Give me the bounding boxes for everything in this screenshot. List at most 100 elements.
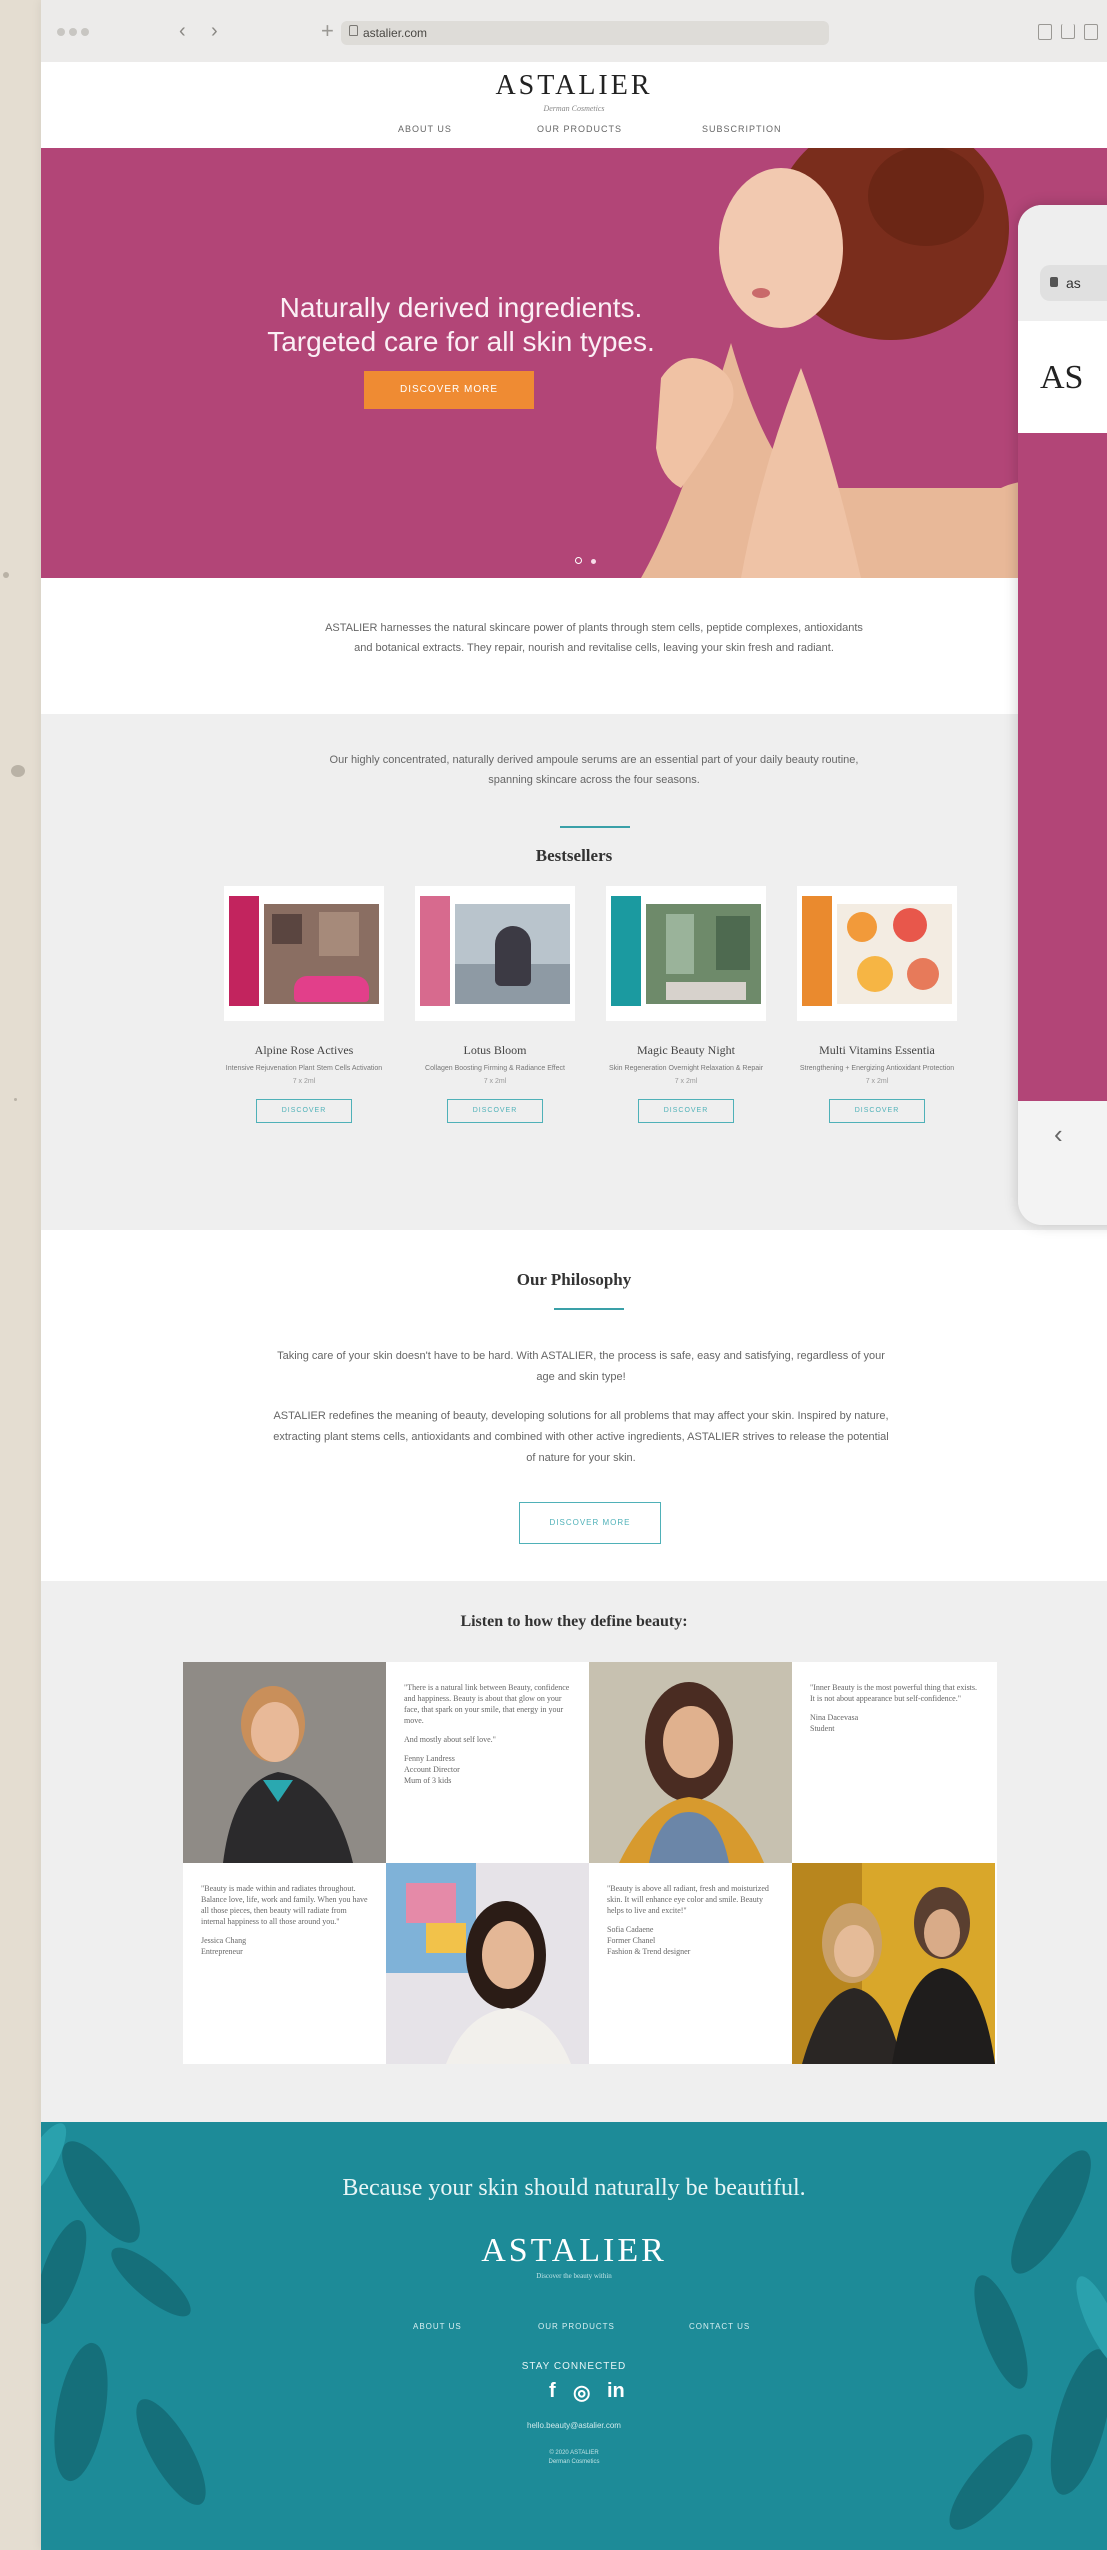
forward-arrow-icon[interactable]: › [211, 20, 218, 43]
share-icon[interactable] [1061, 24, 1075, 39]
hero-banner: Naturally derived ingredients. Targeted … [41, 148, 1107, 578]
back-arrow-icon[interactable]: ‹ [1054, 1119, 1063, 1150]
testimonial-author: Sofia Cadaene [607, 1925, 654, 1934]
secondary-address-bar[interactable]: as [1040, 265, 1107, 301]
testimonial-author: Jessica Chang [201, 1936, 247, 1945]
hero-headline-line2: Targeted care for all skin types. [267, 326, 655, 357]
footer-copyright: © 2020 ASTALIER Derman Cosmetics [41, 2449, 1107, 2467]
tabs-icon[interactable] [1084, 24, 1098, 40]
discover-button[interactable]: DISCOVER [256, 1099, 352, 1123]
facebook-icon[interactable]: f [549, 2380, 556, 2403]
product-name[interactable]: Alpine Rose Actives [224, 1043, 384, 1058]
product-volume: 7 x 2ml [865, 1078, 889, 1085]
hero-headline-line1: Naturally derived ingredients. [279, 292, 643, 323]
brand-logo[interactable]: ASTALIER [41, 70, 1107, 102]
product-card[interactable]: Magic Beauty Night Skin Regeneration Ove… [606, 886, 766, 1123]
reader-icon[interactable] [1038, 24, 1052, 40]
footer-email[interactable]: hello.beauty@astalier.com [41, 2421, 1107, 2430]
address-bar[interactable]: astalier.com [341, 21, 829, 45]
lock-icon [349, 25, 358, 36]
back-arrow-icon[interactable]: ‹ [179, 20, 186, 43]
instagram-icon[interactable]: ◎ [573, 2380, 590, 2405]
product-card[interactable]: Lotus Bloom Collagen Boosting Firming & … [415, 886, 575, 1123]
testimonial-role: Mum of 3 kids [404, 1776, 452, 1785]
address-bar-url: astalier.com [363, 26, 428, 40]
stay-connected-label: STAY CONNECTED [521, 2361, 627, 2372]
browser-toolbar: ‹ › + astalier.com [41, 0, 1107, 63]
nav-about-us[interactable]: ABOUT US [398, 124, 452, 134]
product-volume: 7 x 2ml [674, 1078, 698, 1085]
philosophy-paragraph-2: ASTALIER redefines the meaning of beauty… [273, 1410, 889, 1464]
secondary-url-text: as [1066, 275, 1081, 291]
linkedin-icon[interactable]: in [607, 2380, 625, 2403]
section-divider [560, 826, 630, 828]
philosophy-discover-more-button[interactable]: DISCOVER MORE [519, 1502, 661, 1544]
carousel-dot[interactable] [591, 559, 597, 564]
footer-link-about-us[interactable]: ABOUT US [413, 2322, 462, 2331]
hero-model-image [641, 148, 1107, 578]
nav-our-products[interactable]: OUR PRODUCTS [537, 124, 622, 134]
philosophy-paragraph-1: Taking care of your skin doesn't have to… [277, 1350, 885, 1383]
copyright-line: © 2020 ASTALIER [549, 2450, 599, 2456]
discover-button[interactable]: DISCOVER [829, 1099, 925, 1123]
brand-tagline: Derman Cosmetics [543, 104, 605, 113]
product-name[interactable]: Lotus Bloom [415, 1043, 575, 1058]
designers-portrait-image [792, 1863, 995, 2064]
testimonial-role: Account Director [404, 1765, 460, 1774]
footer-logo-sub: Discover the beauty within [536, 2272, 612, 2280]
new-tab-plus-icon[interactable]: + [321, 18, 334, 44]
background-dot [14, 1098, 17, 1101]
intro-text: ASTALIER harnesses the natural skincare … [325, 622, 863, 654]
window-minimize-button[interactable] [69, 28, 77, 36]
footer-logo[interactable]: ASTALIER [41, 2232, 1107, 2270]
secondary-site-header: AS [1018, 321, 1107, 433]
window-close-button[interactable] [57, 28, 65, 36]
product-image [415, 886, 575, 1021]
product-name[interactable]: Magic Beauty Night [606, 1043, 766, 1058]
entrepreneur-portrait-image [386, 1863, 589, 2064]
intro-section: ASTALIER harnesses the natural skincare … [41, 578, 1107, 714]
product-image [224, 886, 384, 1021]
footer-link-our-products[interactable]: OUR PRODUCTS [538, 2322, 615, 2331]
testimonial-quote-card: "Beauty is made within and radiates thro… [183, 1863, 386, 2064]
testimonial-quote: And mostly about self love." [404, 1735, 496, 1744]
footer-link-contact-us[interactable]: CONTACT US [689, 2322, 750, 2331]
discover-button[interactable]: DISCOVER [447, 1099, 543, 1123]
testimonial-quote: "Beauty is made within and radiates thro… [201, 1884, 368, 1926]
testimonial-photo [183, 1662, 386, 1863]
testimonial-quote-card: "Beauty is above all radiant, fresh and … [589, 1863, 792, 2064]
site-footer: Because your skin should naturally be be… [41, 2122, 1107, 2550]
testimonial-photo [386, 1863, 589, 2064]
product-description: Skin Regeneration Overnight Relaxation &… [608, 1065, 764, 1072]
nav-subscription[interactable]: SUBSCRIPTION [702, 124, 782, 134]
product-card[interactable]: Alpine Rose Actives Intensive Rejuvenati… [224, 886, 384, 1123]
secondary-logo: AS [1040, 359, 1084, 396]
product-name[interactable]: Multi Vitamins Essentia [797, 1043, 957, 1058]
philosophy-title: Our Philosophy [516, 1270, 632, 1289]
secondary-toolbar [1018, 205, 1107, 321]
carousel-dot-active[interactable] [575, 557, 582, 564]
discover-more-button[interactable]: DISCOVER MORE [364, 371, 534, 409]
testimonial-author: Fenny Landress [404, 1754, 455, 1763]
product-description: Strengthening + Energizing Antioxidant P… [799, 1065, 955, 1072]
browser-window: ‹ › + astalier.com ASTALIER Derman Cosme… [41, 0, 1107, 2550]
testimonials-title: Listen to how they define beauty: [460, 1613, 688, 1630]
product-card[interactable]: Multi Vitamins Essentia Strengthening + … [797, 886, 957, 1123]
product-image [606, 886, 766, 1021]
testimonial-photo [589, 1662, 792, 1863]
secondary-bottom-bar: ‹ [1018, 1101, 1107, 1225]
product-description: Intensive Rejuvenation Plant Stem Cells … [225, 1065, 383, 1072]
testimonials-section: Listen to how they define beauty: "There… [41, 1581, 1107, 2122]
testimonial-quote: "Beauty is above all radiant, fresh and … [607, 1884, 769, 1915]
bestsellers-lead: Our highly concentrated, naturally deriv… [329, 754, 859, 786]
woman-portrait-image [183, 1662, 386, 1863]
secondary-browser-window[interactable]: as AS ‹ [1018, 205, 1107, 1225]
background-dot [3, 572, 9, 578]
window-zoom-button[interactable] [81, 28, 89, 36]
discover-button[interactable]: DISCOVER [638, 1099, 734, 1123]
testimonial-photo [792, 1863, 995, 2064]
testimonial-role: Entrepreneur [201, 1947, 243, 1956]
student-portrait-image [589, 1662, 792, 1863]
lock-icon [1050, 277, 1058, 287]
site-header: ASTALIER Derman Cosmetics ABOUT US OUR P… [41, 62, 1107, 148]
